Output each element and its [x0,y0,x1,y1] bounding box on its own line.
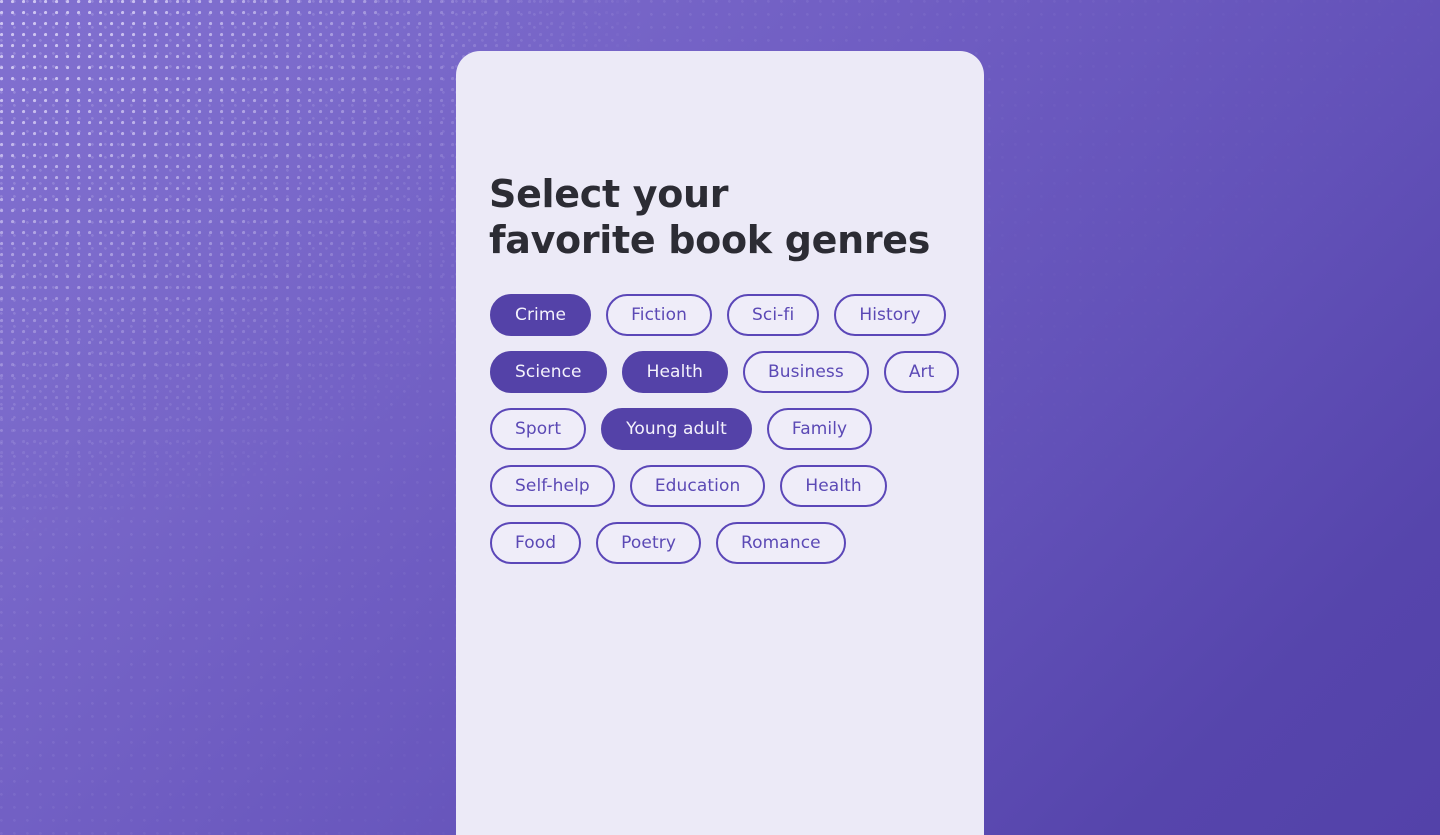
genre-chip-family[interactable]: Family [766,408,873,450]
genre-chip-poetry[interactable]: Poetry [596,522,701,564]
genre-chip-business[interactable]: Business [743,351,869,393]
genre-chip-romance[interactable]: Romance [716,522,846,564]
genre-chip-crime[interactable]: Crime [490,294,592,336]
genre-chip-young-adult[interactable]: Young adult [601,408,752,450]
genre-chip-health[interactable]: Health [780,465,887,507]
genre-chip-health[interactable]: Health [621,351,729,393]
genre-chip-education[interactable]: Education [629,465,766,507]
genre-chip-food[interactable]: Food [490,522,582,564]
genre-selection-card: Select your favorite book genres Crime Fi… [456,51,984,835]
genre-chip-art[interactable]: Art [883,351,960,393]
genre-chip-self-help[interactable]: Self-help [490,465,615,507]
genre-chip-sport[interactable]: Sport [490,408,587,450]
genre-chip-sci-fi[interactable]: Sci-fi [727,294,820,336]
page-title: Select your favorite book genres [489,172,931,262]
genre-chip-history[interactable]: History [834,294,946,336]
genre-chip-science[interactable]: Science [490,351,607,393]
genre-chip-fiction[interactable]: Fiction [606,294,712,336]
genre-chip-list: Crime Fiction Sci-fi History Science Health Bu… [490,294,960,564]
